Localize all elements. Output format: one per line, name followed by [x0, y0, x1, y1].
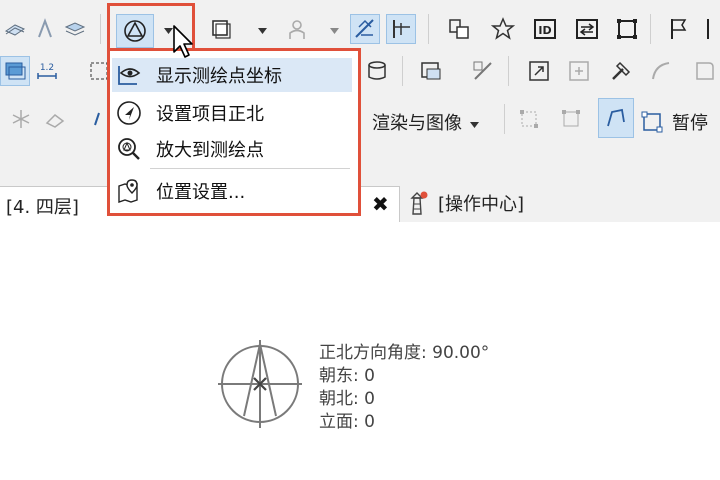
suspend-group-icon	[640, 110, 664, 134]
menu-item-label: 设置项目正北	[156, 104, 264, 125]
scale-icon[interactable]: 1.2	[32, 56, 62, 86]
guide-lines-button[interactable]	[386, 14, 416, 44]
person-icon[interactable]	[282, 14, 312, 44]
person-dropdown-arrow[interactable]	[328, 16, 340, 46]
tab-action-center-label: [操作中心]	[438, 194, 525, 215]
menu-item-label: 放大到测绘点	[156, 140, 264, 161]
menu-item-show-coordinates[interactable]: 显示测绘点坐标	[112, 58, 352, 92]
cylinder-icon[interactable]	[362, 56, 392, 86]
compass-north-icon	[112, 96, 146, 130]
zoom-survey-point-icon	[112, 132, 146, 166]
view-blue-icon[interactable]	[0, 56, 30, 86]
snap-guide-button[interactable]	[350, 14, 380, 44]
polyline-edit-button[interactable]	[598, 98, 634, 138]
tool-icon-2[interactable]	[30, 14, 60, 44]
survey-point-symbol	[218, 340, 302, 428]
menu-item-location-settings[interactable]: 位置设置...	[112, 174, 352, 208]
toolbar-separator	[402, 56, 403, 86]
tab-4-floor-label: [4. 四层]	[6, 197, 79, 218]
tool-icon-3[interactable]	[60, 14, 90, 44]
resize-icon[interactable]	[524, 56, 554, 86]
toolbar-separator	[428, 14, 429, 44]
menu-item-set-project-north[interactable]: 设置项目正北	[112, 96, 352, 130]
copy-icon[interactable]	[444, 14, 474, 44]
eye-coordinate-icon	[112, 58, 146, 92]
survey-point-info: 正北方向角度: 90.00° 朝东: 0 朝北: 0 立面: 0	[319, 342, 489, 434]
exchange-icon[interactable]	[572, 14, 602, 44]
north-coordinate-text: 朝北: 0	[319, 389, 375, 409]
node-select-icon[interactable]	[514, 104, 544, 134]
tool-icon-1[interactable]	[0, 14, 30, 44]
menu-item-zoom-to-survey-point[interactable]: 放大到测绘点	[112, 132, 352, 166]
elevation-text: 立面: 0	[319, 412, 375, 432]
arc-icon[interactable]	[646, 56, 676, 86]
layer-combo-dropdown-arrow[interactable]	[256, 16, 268, 46]
north-angle-text: 正北方向角度: 90.00°	[319, 343, 490, 363]
east-coordinate-text: 朝东: 0	[319, 366, 375, 386]
hammer-icon[interactable]	[606, 56, 636, 86]
render-and-image-label: 渲染与图像	[372, 113, 462, 134]
render-and-image-dropdown[interactable]: 渲染与图像	[372, 109, 479, 135]
suspend-group-label: 暂停	[672, 113, 708, 134]
toolbar-separator	[100, 14, 101, 44]
favorites-star-icon[interactable]	[488, 14, 518, 44]
flag-icon-2[interactable]	[700, 14, 720, 44]
flag-icon[interactable]	[664, 14, 694, 44]
align-icon[interactable]	[564, 56, 594, 86]
eraser-icon[interactable]	[40, 104, 70, 134]
node-group-icon[interactable]	[556, 104, 586, 134]
menu-item-label: 位置设置...	[156, 182, 246, 203]
mouse-cursor-icon	[173, 25, 193, 58]
lighthouse-icon	[410, 191, 428, 215]
snowflake-tool-icon[interactable]	[6, 104, 36, 134]
toolbar-separator	[508, 56, 509, 86]
tab-action-center[interactable]: [操作中心]	[404, 190, 524, 216]
id-icon[interactable]: ID	[530, 14, 560, 44]
chevron-down-icon	[470, 112, 479, 133]
map-pin-icon	[112, 174, 146, 208]
svg-text:ID: ID	[538, 24, 551, 37]
tab-close-button[interactable]: ✖	[372, 192, 389, 216]
wand-icon[interactable]	[468, 56, 498, 86]
toolbar-separator	[504, 104, 505, 134]
toolbar-separator	[650, 14, 651, 44]
svg-text:1.2: 1.2	[40, 63, 54, 73]
frame-icon[interactable]	[612, 14, 642, 44]
menu-separator	[150, 168, 350, 169]
suspend-group-button[interactable]: 暂停	[640, 109, 708, 135]
shape-icon[interactable]	[690, 56, 720, 86]
layer-combo-icon[interactable]	[206, 14, 236, 44]
menu-item-label: 显示测绘点坐标	[156, 66, 282, 87]
layout-book-icon[interactable]	[416, 56, 446, 86]
